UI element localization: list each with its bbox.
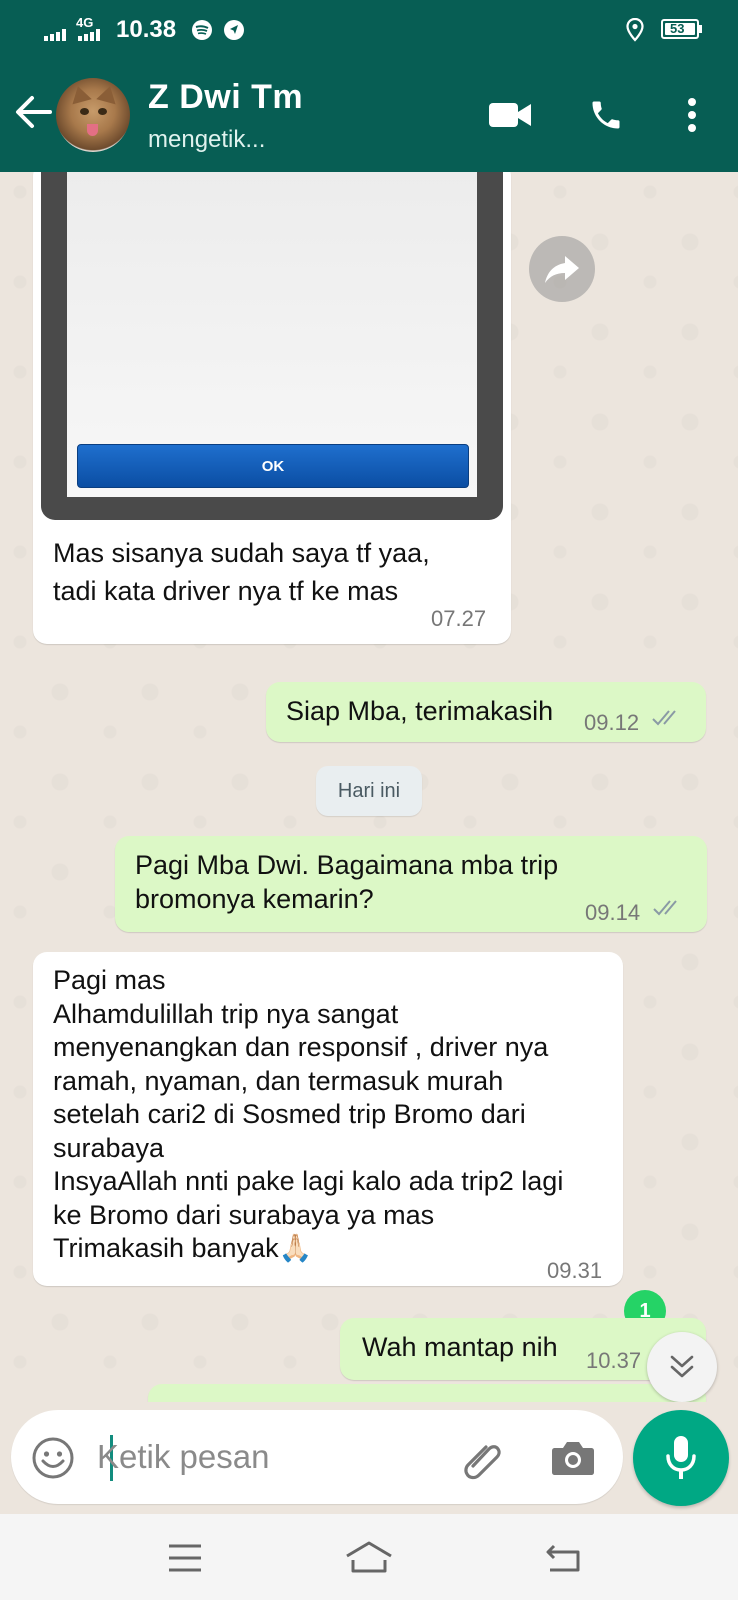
message-text-line: menyenangkan dan responsif , driver nya (53, 1032, 549, 1062)
message-text: Siap Mba, terimakasih (286, 696, 554, 726)
outgoing-message-bubble[interactable]: Pagi Mba Dwi. Bagaimana mba trip bromony… (115, 836, 707, 932)
voice-call-icon[interactable] (588, 97, 624, 133)
back-nav-icon[interactable] (544, 1542, 582, 1574)
screenshot-image: OK (67, 172, 477, 497)
message-input[interactable] (97, 1432, 447, 1482)
image-ok-button: OK (77, 444, 469, 488)
status-time: 10.38 (116, 16, 177, 43)
message-text-line: ramah, nyaman, dan termasuk murah (53, 1065, 504, 1096)
app-header: 4G 10.38 53 Z Dwi Tm mengetik... (0, 0, 738, 172)
outgoing-message-bubble[interactable]: Siap Mba, terimakasih 09.12 (266, 682, 706, 742)
message-text-line: Pagi mas (53, 965, 166, 995)
more-options-icon[interactable] (686, 97, 698, 133)
message-time: 07.27 (431, 606, 487, 631)
network-type: 4G (76, 15, 94, 30)
message-text-line: tadi kata driver nya tf ke mas (53, 576, 399, 606)
message-time: 09.14 (585, 900, 641, 925)
message-text-line: Alhamdulillah trip nya sangat (53, 998, 399, 1029)
battery-icon: 53 (661, 19, 702, 39)
image-attachment[interactable]: OK (41, 172, 503, 520)
read-ticks-icon (652, 710, 676, 726)
forward-button[interactable] (529, 236, 595, 302)
attach-icon[interactable] (459, 1436, 505, 1482)
camera-icon[interactable] (551, 1438, 595, 1476)
typing-status: mengetik... (148, 126, 266, 153)
battery-level: 53 (670, 21, 685, 36)
chat-area[interactable]: OK Mas sisanya sudah saya tf yaa, tadi k… (0, 172, 738, 1402)
home-nav-icon[interactable] (345, 1540, 393, 1574)
scroll-to-bottom-button[interactable] (647, 1332, 717, 1402)
message-text-line: Mas sisanya sudah saya tf yaa, (53, 538, 430, 568)
voice-message-button[interactable] (633, 1410, 729, 1506)
menu-nav-icon[interactable] (167, 1544, 203, 1572)
status-bar: 4G 10.38 53 (0, 0, 738, 58)
outgoing-message-bubble[interactable] (148, 1384, 706, 1402)
message-time: 09.31 (547, 1258, 603, 1283)
double-chevron-down-icon (670, 1355, 694, 1378)
image-message-bubble[interactable]: OK Mas sisanya sudah saya tf yaa, tadi k… (33, 172, 511, 644)
message-time: 09.12 (584, 710, 640, 735)
contact-name[interactable]: Z Dwi Tm (148, 78, 303, 117)
message-text-line: setelah cari2 di Sosmed trip Bromo dari (53, 1099, 526, 1129)
forward-icon (545, 256, 579, 283)
back-arrow-icon[interactable] (14, 95, 52, 129)
message-text-line: InsyaAllah nnti pake lagi kalo ada trip2… (53, 1166, 564, 1196)
video-call-icon[interactable] (488, 100, 532, 130)
navigation-icon (224, 20, 244, 40)
emoji-icon[interactable] (31, 1436, 75, 1480)
message-text-line: Pagi Mba Dwi. Bagaimana mba trip (135, 850, 559, 880)
message-text-line: surabaya (53, 1132, 165, 1163)
message-text-line: ke Bromo dari surabaya ya mas (53, 1199, 435, 1230)
message-text-line: Trimakasih banyak🙏🏻 (53, 1233, 313, 1263)
date-divider: Hari ini (316, 766, 422, 816)
spotify-icon (192, 20, 212, 40)
system-navigation-bar (0, 1514, 738, 1600)
message-text-line: bromonya kemarin? (135, 884, 374, 914)
location-icon (626, 18, 644, 42)
message-text: Wah mantap nih (362, 1332, 558, 1362)
incoming-message-bubble[interactable]: Pagi mas Alhamdulillah trip nya sangat m… (33, 952, 623, 1286)
message-time: 10.37 (586, 1348, 642, 1373)
read-ticks-icon (653, 900, 677, 916)
microphone-icon (666, 1436, 696, 1479)
avatar[interactable] (56, 78, 130, 152)
message-input-bar (11, 1410, 623, 1504)
